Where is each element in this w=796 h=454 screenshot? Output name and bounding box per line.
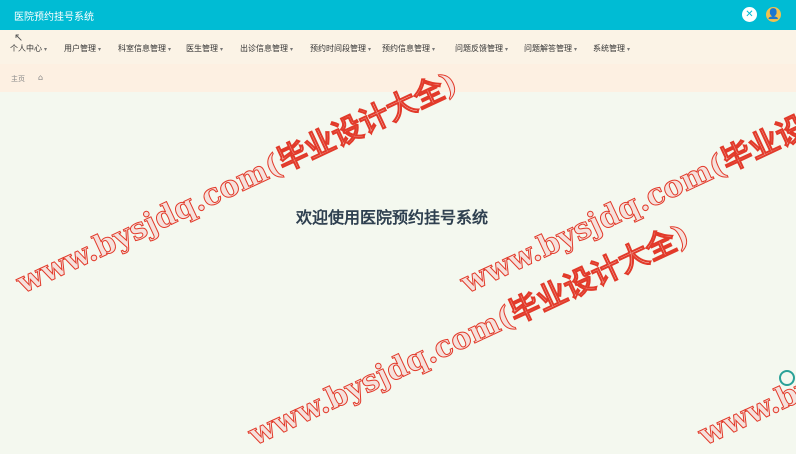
nav-item-department-info[interactable]: 科室信息管理 ▾	[118, 43, 171, 54]
nav-item-system[interactable]: 系统管理 ▾	[593, 43, 630, 54]
chevron-down-icon: ▾	[505, 46, 509, 53]
watermark: www.bysjdq.com(毕业设计大全)	[693, 217, 796, 453]
top-nav: 个人中心 ▾ 用户管理 ▾ 科室信息管理 ▾ 医生管理 ▾ 出诊信息管理 ▾ 预约时间段管…	[0, 30, 796, 64]
app-header: 医院预约挂号系统 ✕ 👤	[0, 0, 796, 30]
watermark: www.bysjdq.com(毕业设计大全)	[455, 65, 796, 301]
user-avatar-icon[interactable]: 👤	[766, 7, 781, 22]
nav-item-answers[interactable]: 问题解答管理 ▾	[524, 43, 577, 54]
chevron-down-icon: ▾	[168, 46, 172, 53]
chevron-down-icon: ▾	[220, 46, 224, 53]
nav-item-user-management[interactable]: 用户管理 ▾	[64, 43, 101, 54]
chevron-down-icon: ▾	[290, 46, 294, 53]
nav-item-consultation-info[interactable]: 出诊信息管理 ▾	[240, 43, 293, 54]
scroll-top-icon[interactable]	[779, 370, 795, 386]
nav-item-personal-center[interactable]: 个人中心 ▾	[10, 43, 47, 54]
close-icon[interactable]: ✕	[742, 7, 757, 22]
welcome-message: 欢迎使用医院预约挂号系统	[296, 208, 489, 227]
breadcrumb-home[interactable]: 主页	[11, 74, 25, 84]
nav-item-appointment-slots[interactable]: 预约时间段管理 ▾	[310, 43, 371, 54]
nav-item-feedback[interactable]: 问题反馈管理 ▾	[455, 43, 508, 54]
chevron-down-icon: ▾	[432, 46, 436, 53]
chevron-down-icon: ▾	[98, 46, 102, 53]
nav-item-doctor-management[interactable]: 医生管理 ▾	[186, 43, 223, 54]
chevron-down-icon: ▾	[627, 46, 631, 53]
mouse-cursor-icon: ↖	[14, 31, 24, 44]
watermark: www.bysjdq.com(毕业设计大全)	[11, 65, 464, 301]
breadcrumb: 主页 ⌂	[0, 64, 796, 92]
home-icon[interactable]: ⌂	[38, 73, 43, 82]
chevron-down-icon: ▾	[574, 46, 578, 53]
watermark: www.bysjdq.com(毕业设计大全)	[243, 217, 696, 453]
chevron-down-icon: ▾	[44, 46, 48, 53]
chevron-down-icon: ▾	[368, 46, 372, 53]
nav-item-appointment-info[interactable]: 预约信息管理 ▾	[382, 43, 435, 54]
app-title: 医院预约挂号系统	[14, 12, 94, 23]
